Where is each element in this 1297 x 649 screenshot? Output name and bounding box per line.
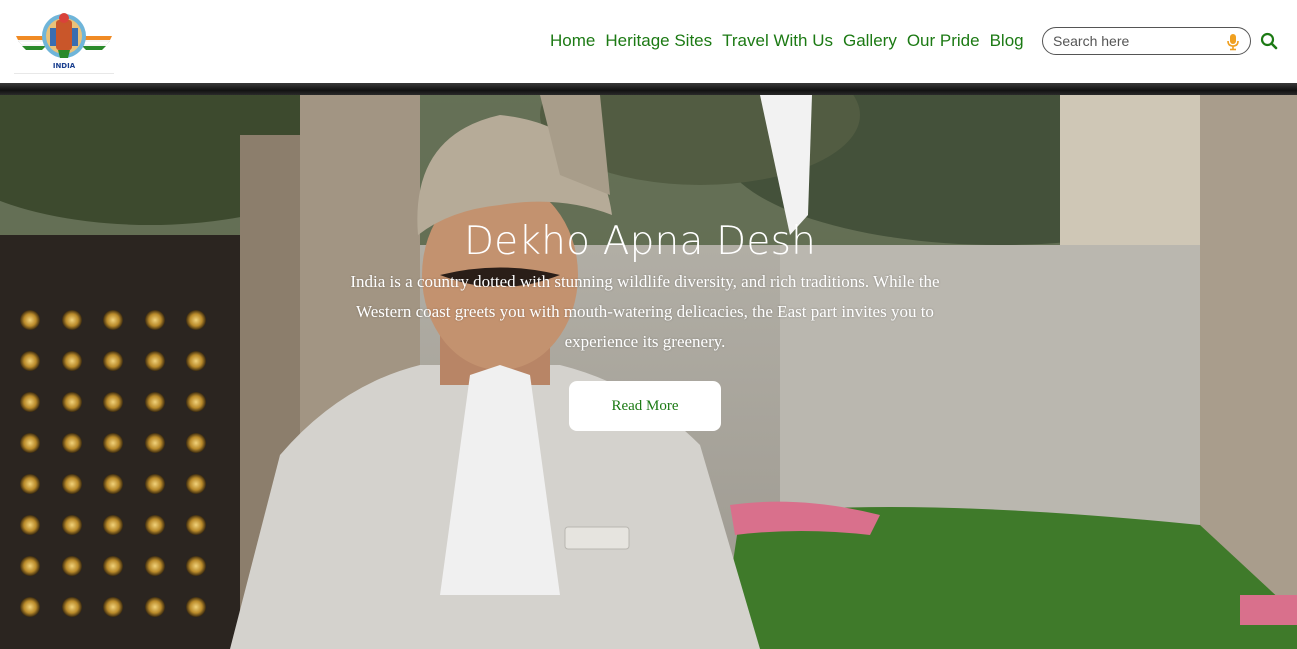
search-box — [1042, 27, 1251, 55]
logo-icon: INDIA — [16, 13, 112, 70]
search-input[interactable] — [1053, 33, 1223, 49]
search-icon[interactable] — [1260, 32, 1278, 50]
hero-banner: Dekho Apna Desh India is a country dotte… — [0, 95, 1297, 649]
nav-heritage-sites[interactable]: Heritage Sites — [605, 30, 712, 52]
nav-blog[interactable]: Blog — [990, 30, 1024, 52]
nav-home[interactable]: Home — [550, 30, 595, 52]
header-divider — [0, 83, 1297, 95]
svg-text:INDIA: INDIA — [53, 62, 76, 70]
nav-travel-with-us[interactable]: Travel With Us — [722, 30, 833, 52]
nav-our-pride[interactable]: Our Pride — [907, 30, 980, 52]
hero-title: Dekho Apna Desh — [463, 219, 817, 264]
read-more-button[interactable]: Read More — [569, 381, 721, 431]
main-nav: Home Heritage Sites Travel With Us Galle… — [550, 30, 1024, 52]
hero-background-image — [0, 95, 1297, 649]
microphone-icon[interactable] — [1226, 33, 1240, 51]
nav-gallery[interactable]: Gallery — [843, 30, 897, 52]
site-logo[interactable]: INDIA — [14, 6, 114, 74]
site-header: INDIA Home Heritage Sites Travel With Us… — [0, 0, 1297, 83]
logo-underline — [14, 73, 114, 74]
hero-description: India is a country dotted with stunning … — [350, 272, 940, 351]
